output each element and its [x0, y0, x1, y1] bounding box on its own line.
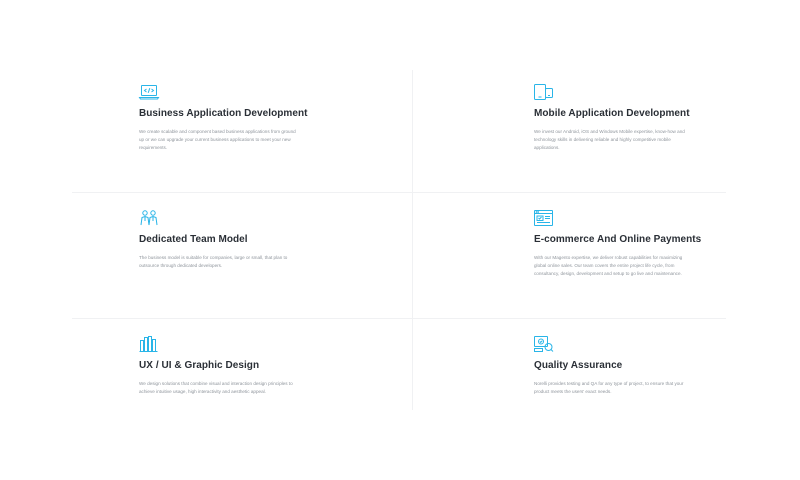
column-divider [412, 70, 413, 410]
service-card-business-apps: Business Application Development We crea… [138, 84, 399, 152]
quality-check-icon [534, 336, 554, 352]
services-grid: Business Application Development We crea… [72, 70, 726, 410]
service-title: E-commerce And Online Payments [534, 234, 702, 245]
online-store-icon [534, 210, 554, 226]
service-card-design: UX / UI & Graphic Design We design solut… [139, 336, 399, 396]
service-card-dedicated-team: Dedicated Team Model The business model … [139, 210, 399, 270]
service-description: We invest our Android, iOS and Windows M… [534, 129, 685, 150]
service-title: Dedicated Team Model [139, 234, 248, 245]
service-title: Mobile Application Development [534, 108, 690, 119]
service-title: Business Application Development [139, 108, 308, 119]
row-divider [72, 318, 726, 319]
service-card-quality-assurance: Quality Assurance Norelli provides testi… [534, 336, 794, 396]
row-divider [72, 192, 726, 193]
service-card-mobile-apps: Mobile Application Development We invest… [534, 84, 794, 152]
design-tools-icon [139, 336, 159, 352]
service-title: Quality Assurance [534, 360, 623, 371]
service-card-ecommerce: E-commerce And Online Payments With our … [534, 210, 794, 278]
service-title: UX / UI & Graphic Design [139, 360, 260, 371]
services-section: Business Application Development We crea… [0, 0, 800, 480]
service-description: The business model is suitable for compa… [139, 255, 288, 268]
service-description: We design solutions that combine visual … [139, 381, 293, 394]
service-description: Norelli provides testing and QA for any … [534, 381, 684, 394]
service-description: We create scalable and component based b… [139, 129, 296, 150]
service-description: With our Magento expertise, we deliver r… [534, 255, 683, 276]
mobile-device-icon [534, 84, 554, 100]
laptop-code-icon [138, 84, 160, 100]
team-people-icon [139, 210, 159, 226]
